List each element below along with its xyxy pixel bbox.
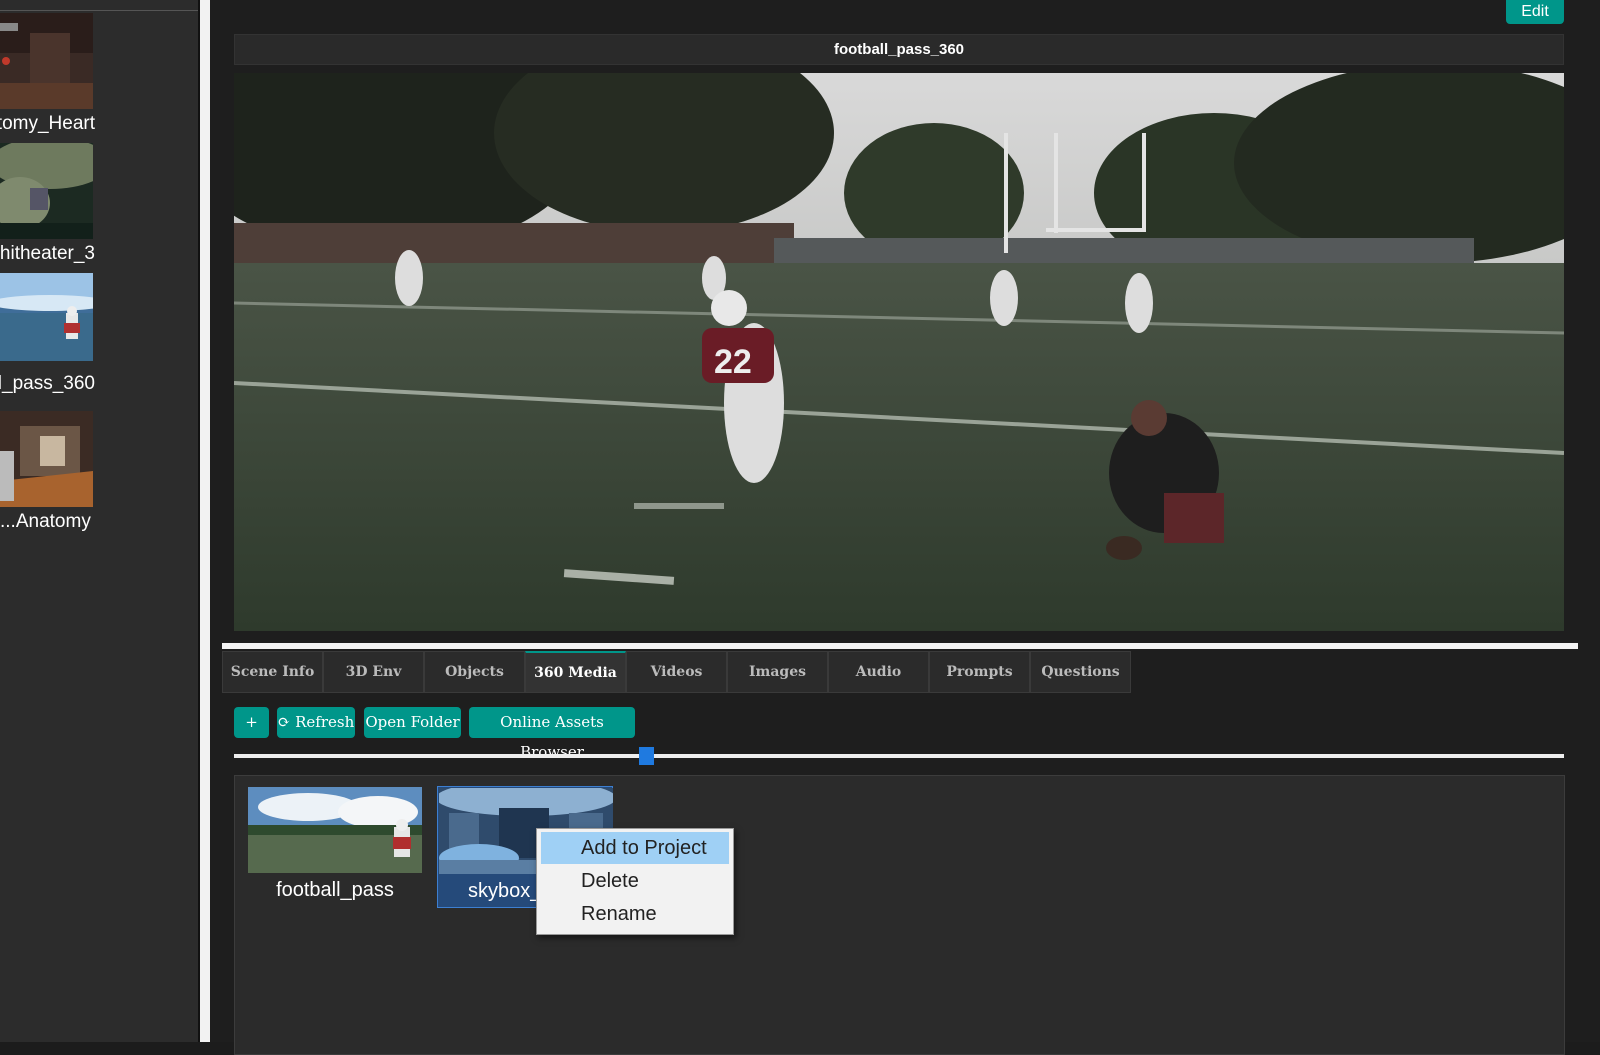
thumbnail-size-slider[interactable] bbox=[234, 754, 1564, 758]
scene-thumbnail bbox=[0, 143, 93, 239]
tab-bar: Scene Info 3D Env Objects 360 Media Vide… bbox=[222, 651, 1131, 693]
edit-button[interactable]: Edit bbox=[1506, 0, 1564, 24]
add-media-button[interactable]: + bbox=[234, 707, 269, 738]
media-assets-panel bbox=[234, 775, 1565, 1055]
tab-360-media[interactable]: 360 Media bbox=[525, 651, 626, 693]
tab-objects[interactable]: Objects bbox=[424, 651, 525, 693]
scene-thumbnail bbox=[0, 13, 93, 109]
scene-thumbnail bbox=[0, 273, 93, 361]
scene-item-anatomy-room[interactable]: Anatomy... bbox=[0, 411, 200, 541]
asset-label: football_pass bbox=[276, 879, 394, 901]
menu-item-rename[interactable]: Rename bbox=[541, 898, 729, 930]
media-preview[interactable]: 22 bbox=[234, 73, 1564, 631]
scene-label: football_pass_360 bbox=[0, 373, 95, 394]
refresh-button[interactable]: ⟳ Refresh bbox=[277, 707, 355, 738]
tab-questions[interactable]: Questions bbox=[1030, 651, 1131, 693]
panel-splitter[interactable] bbox=[200, 0, 210, 1042]
tab-3d-env[interactable]: 3D Env bbox=[323, 651, 424, 693]
scene-item-football-pass[interactable]: football_pass_360 bbox=[0, 273, 200, 403]
scene-label: Amphitheater_3... bbox=[0, 243, 95, 264]
scene-label: Anatomy... bbox=[0, 511, 91, 532]
scene-item-amphitheater[interactable]: Amphitheater_3... bbox=[0, 143, 200, 273]
asset-context-menu: Add to Project Delete Rename bbox=[536, 828, 734, 935]
tab-images[interactable]: Images bbox=[727, 651, 828, 693]
menu-item-delete[interactable]: Delete bbox=[541, 865, 729, 897]
asset-football-pass[interactable]: football_pass bbox=[247, 786, 423, 908]
tabs-separator bbox=[222, 643, 1578, 649]
scene-label: Anatomy_Heart_... bbox=[0, 113, 95, 134]
online-assets-browser-button[interactable]: Online Assets Browser bbox=[469, 707, 635, 761]
tab-prompts[interactable]: Prompts bbox=[929, 651, 1030, 693]
tab-scene-info[interactable]: Scene Info bbox=[222, 651, 323, 693]
open-folder-button[interactable]: Open Folder bbox=[364, 707, 461, 738]
tab-videos[interactable]: Videos bbox=[626, 651, 727, 693]
menu-item-add-to-project[interactable]: Add to Project bbox=[541, 832, 729, 864]
scene-thumbnail bbox=[0, 411, 93, 507]
slider-handle[interactable] bbox=[638, 747, 654, 765]
media-title: football_pass_360 bbox=[234, 34, 1564, 65]
tab-audio[interactable]: Audio bbox=[828, 651, 929, 693]
svg-text:22: 22 bbox=[714, 343, 752, 381]
asset-thumbnail bbox=[248, 787, 422, 873]
scene-item-anatomy-heart[interactable]: Anatomy_Heart_... bbox=[0, 13, 200, 143]
sidebar-divider bbox=[0, 10, 200, 11]
scene-list-sidebar: Anatomy_Heart_... Amphitheater_3... bbox=[0, 0, 200, 1042]
